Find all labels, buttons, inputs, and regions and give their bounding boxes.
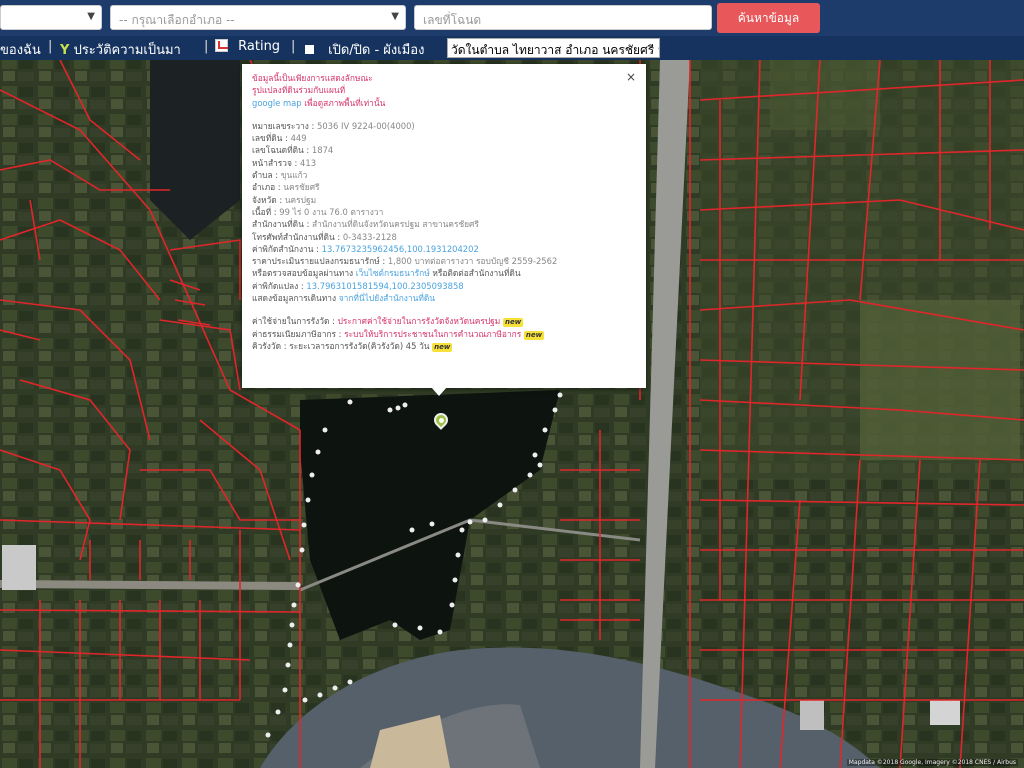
new-badge: new: [432, 342, 453, 352]
amphoe-select-value: -- กรุณาเลือกอำเภอ --: [119, 13, 235, 27]
notice-line-2: รูปแปลงที่ดินร่วมกับแผนที่: [252, 85, 346, 96]
route-row: แสดงข้อมูลการเดินทาง จากที่นี่ไปยังสำนัก…: [252, 293, 435, 304]
parcel-row-phone: โทรศัพท์สำนักงานที่ดิน : 0-3433-2128: [252, 231, 397, 242]
office-coordinate-link[interactable]: 13.7673235962456,100.1931204202: [322, 244, 479, 254]
notice-google-map: google map: [252, 97, 305, 108]
parcel-row-province: จังหวัด : นครปฐม: [252, 194, 317, 205]
toolbar-rating-label: Rating: [238, 39, 281, 54]
parcel-row-area: เนื้อที่ : 99 ไร่ 0 งาน 76.0 ตารางวา: [252, 206, 384, 217]
toolbar-toggle-layer[interactable]: เปิด/ปิด - ผังเมือง: [305, 39, 424, 60]
survey-queue-row: คิวรังวัด : ระยะเวลารอการรังวัด(คิวรังวั…: [252, 340, 453, 352]
close-icon[interactable]: ×: [626, 71, 636, 84]
toolbar-history-link[interactable]: Y ประวัติความเป็นมา: [60, 39, 181, 60]
parcel-row-amphoe: อำเภอ : นครชัยศรี: [252, 182, 320, 193]
new-badge: new: [503, 318, 524, 328]
parcel-info-popup: × ข้อมูลนี้เป็นเพียงการแสดงลักษณะ รูปแปล…: [242, 64, 646, 388]
tax-row: ค่าธรรมเนียมภาษีอากร : ระบบให้บริการประช…: [252, 328, 545, 340]
notice-view-area: เพื่อดูสภาพพื้นที่เท่านั้น: [304, 97, 386, 108]
land-map-page: ▼ -- กรุณาเลือกอำเภอ -- ▼ เลขที่โฉนด ค้น…: [0, 0, 1024, 768]
tax-link[interactable]: ระบบให้บริการประชาชนในการคำนวณภาษีอากร: [344, 329, 521, 339]
chart-icon: [215, 39, 228, 52]
parcel-coordinate-row: ค่าพิกัดแปลง : 13.7963101581594,100.2305…: [252, 280, 464, 291]
toolbar-toggle-label: เปิด/ปิด - ผังเมือง: [328, 43, 425, 58]
parcel-coordinate-link[interactable]: 13.7963101581594,100.2305093858: [306, 281, 463, 291]
parcel-row-land-no: เลขที่ดิน : 449: [252, 133, 307, 144]
search-bar: ▼ -- กรุณาเลือกอำเภอ -- ▼ เลขที่โฉนด ค้น…: [0, 0, 1024, 36]
toolbar-separator: |: [291, 39, 296, 54]
price-row: ราคาประเมินรายแปลงกรมธนารักษ์ : 1,800 บา…: [252, 256, 558, 267]
office-coordinate-row: ค่าพิกัดสำนักงาน : 13.7673235962456,100.…: [252, 243, 479, 254]
sprout-icon: Y: [60, 43, 70, 58]
map-pin-dot: [439, 418, 444, 423]
notice-line-1: ข้อมูลนี้เป็นเพียงการแสดงลักษณะ: [252, 73, 373, 83]
checkbox-icon: [305, 45, 314, 54]
toolbar: ของฉัน | Y ประวัติความเป็นมา | Rating | …: [0, 36, 1024, 60]
toolbar-history-label: ประวัติความเป็นมา: [73, 43, 181, 58]
toolbar-own-link[interactable]: ของฉัน: [0, 39, 41, 60]
amphoe-select[interactable]: -- กรุณาเลือกอำเภอ -- ▼: [110, 5, 406, 30]
search-button[interactable]: ค้นหาข้อมูล: [717, 3, 820, 33]
parcel-row-office: สำนักงานที่ดิน : สำนักงานที่ดินจังหวัดนค…: [252, 219, 479, 230]
toolbar-separator: |: [48, 39, 53, 54]
check-row: หรือตรวจสอบข้อมูลผ่านทาง เว็บไซต์กรมธนาร…: [252, 268, 521, 279]
chevron-down-icon: ▼: [87, 11, 95, 22]
parcel-number-placeholder: เลขที่โฉนด: [423, 13, 482, 27]
survey-fee-row: ค่าใช้จ่ายในการรังวัด : ประกาศค่าใช้จ่าย…: [252, 316, 524, 328]
parcel-row-tambon: ตำบล : ขุนแก้ว: [252, 170, 308, 181]
notice-line-3: google map เพื่อดูสภาพพื้นที่เท่านั้น: [252, 97, 636, 109]
parcel-row-deed-no: เลขโฉนดที่ดิน : 1874: [252, 145, 334, 156]
popup-pointer: [431, 387, 447, 396]
parcel-row-sheet: หมายเลขระวาง : 5036 IV 9224-00(4000): [252, 120, 415, 131]
chevron-down-icon: ▼: [391, 11, 399, 22]
province-select[interactable]: ▼: [0, 5, 102, 30]
new-badge: new: [523, 330, 545, 340]
map-copyright: Mapdata ©2018 Google, Imagery ©2018 CNES…: [846, 759, 1018, 766]
survey-fee-link[interactable]: ประกาศค่าใช้จ่ายในการรังวัดจังหวัดนครปฐม: [338, 316, 501, 326]
location-field[interactable]: วัดในตำบล ไทยาวาส อำเภอ นครชัยศรี นครปฐม: [447, 38, 660, 58]
treasury-website-link[interactable]: เว็บไซต์กรมธนารักษ์: [356, 268, 430, 278]
parcel-number-input[interactable]: เลขที่โฉนด: [414, 5, 712, 30]
toolbar-rating-link[interactable]: Rating: [215, 39, 280, 54]
route-link[interactable]: จากที่นี่ไปยังสำนักงานที่ดิน: [339, 293, 435, 303]
parcel-row-survey-page: หน้าสำรวจ : 413: [252, 157, 317, 168]
toolbar-separator: |: [204, 39, 209, 54]
